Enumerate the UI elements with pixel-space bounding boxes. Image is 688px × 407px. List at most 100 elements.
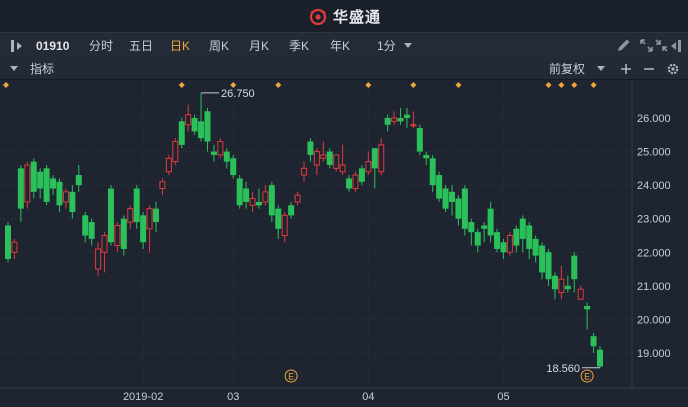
event-marker-icon[interactable] bbox=[590, 82, 597, 88]
candle[interactable] bbox=[474, 228, 481, 253]
price-adjust-select[interactable]: 前复权 bbox=[549, 59, 585, 79]
candle[interactable] bbox=[436, 171, 443, 202]
candle[interactable] bbox=[333, 154, 340, 172]
candle[interactable] bbox=[365, 151, 372, 176]
candle[interactable] bbox=[185, 104, 192, 132]
candle[interactable] bbox=[288, 201, 295, 219]
candle[interactable] bbox=[506, 232, 513, 256]
candle[interactable] bbox=[230, 154, 237, 179]
candle[interactable] bbox=[571, 252, 578, 293]
candle[interactable] bbox=[410, 111, 417, 129]
candle[interactable] bbox=[172, 138, 179, 165]
candle[interactable] bbox=[62, 188, 69, 209]
candle[interactable] bbox=[584, 302, 591, 330]
event-marker-icon[interactable] bbox=[410, 82, 417, 88]
candle[interactable] bbox=[159, 178, 166, 196]
chevron-down-icon[interactable] bbox=[10, 66, 18, 72]
tab-daily-k[interactable]: 日K bbox=[170, 33, 190, 59]
candle[interactable] bbox=[30, 158, 37, 199]
pencil-icon[interactable] bbox=[616, 38, 631, 53]
candle[interactable] bbox=[513, 225, 520, 253]
candle[interactable] bbox=[577, 285, 584, 300]
candle[interactable] bbox=[236, 175, 243, 209]
candle[interactable] bbox=[371, 148, 378, 189]
candle[interactable] bbox=[352, 171, 359, 192]
tab-five-day[interactable]: 五日 bbox=[129, 33, 153, 59]
candle[interactable] bbox=[88, 218, 95, 246]
tab-intraday[interactable]: 分时 bbox=[89, 33, 113, 59]
indicators-label[interactable]: 指标 bbox=[30, 59, 54, 79]
tab-yearly-k[interactable]: 年K bbox=[330, 33, 350, 59]
candle[interactable] bbox=[532, 235, 539, 263]
candle[interactable] bbox=[50, 175, 57, 196]
candle[interactable] bbox=[558, 265, 565, 300]
candle[interactable] bbox=[590, 332, 597, 353]
candle[interactable] bbox=[69, 185, 76, 219]
candle[interactable] bbox=[249, 191, 256, 212]
candle[interactable] bbox=[56, 178, 63, 212]
candle[interactable] bbox=[133, 185, 140, 229]
event-marker-icon[interactable] bbox=[545, 82, 552, 88]
candle[interactable] bbox=[101, 232, 108, 273]
shrink-icon[interactable] bbox=[655, 39, 668, 52]
tab-monthly-k[interactable]: 月K bbox=[249, 33, 269, 59]
candle[interactable] bbox=[255, 188, 262, 209]
minus-icon[interactable] bbox=[643, 63, 655, 75]
candle[interactable] bbox=[95, 242, 102, 276]
candle[interactable] bbox=[307, 138, 314, 162]
expand-icon[interactable] bbox=[640, 39, 653, 52]
candle[interactable] bbox=[275, 205, 282, 239]
candle[interactable] bbox=[217, 138, 224, 159]
candle[interactable] bbox=[43, 165, 50, 206]
candle[interactable] bbox=[281, 212, 288, 243]
candle[interactable] bbox=[500, 238, 507, 259]
event-marker-icon[interactable] bbox=[571, 82, 578, 88]
candle[interactable] bbox=[262, 185, 269, 206]
candle[interactable] bbox=[178, 118, 185, 149]
candle[interactable] bbox=[429, 154, 436, 192]
candle[interactable] bbox=[442, 185, 449, 212]
event-marker-icon[interactable] bbox=[178, 82, 185, 88]
minute-period-select[interactable]: 1分 bbox=[377, 33, 396, 59]
candle[interactable] bbox=[82, 212, 89, 243]
candle[interactable] bbox=[268, 181, 275, 223]
candle[interactable] bbox=[519, 215, 526, 253]
candle[interactable] bbox=[526, 222, 533, 259]
candle[interactable] bbox=[403, 107, 410, 129]
candle[interactable] bbox=[301, 161, 307, 182]
candle[interactable] bbox=[397, 107, 404, 125]
kline-chart[interactable]: E E 26.750 18.560 26.000 25.000 24.000 23.000… bbox=[0, 80, 688, 407]
candle[interactable] bbox=[358, 165, 365, 186]
candle[interactable] bbox=[384, 114, 391, 132]
candle[interactable] bbox=[313, 148, 320, 176]
event-marker-icon[interactable] bbox=[275, 82, 282, 88]
candle[interactable] bbox=[423, 151, 430, 165]
candle[interactable] bbox=[107, 185, 114, 246]
candle[interactable] bbox=[165, 154, 172, 176]
candle[interactable] bbox=[545, 248, 552, 286]
candle[interactable] bbox=[120, 215, 127, 256]
event-marker-icon[interactable] bbox=[365, 82, 372, 88]
candle[interactable] bbox=[551, 272, 558, 300]
event-marker-icon[interactable] bbox=[3, 82, 9, 88]
candle[interactable] bbox=[146, 205, 153, 253]
candle[interactable] bbox=[539, 242, 546, 280]
event-marker-icon[interactable] bbox=[558, 82, 565, 88]
candle[interactable] bbox=[17, 165, 24, 223]
candle[interactable] bbox=[114, 222, 121, 253]
event-marker-icon[interactable] bbox=[455, 82, 462, 88]
candle[interactable] bbox=[75, 165, 82, 192]
candle[interactable] bbox=[449, 185, 455, 216]
candle[interactable] bbox=[140, 212, 147, 249]
candle[interactable] bbox=[37, 168, 44, 199]
candle[interactable] bbox=[564, 275, 571, 293]
plus-icon[interactable] bbox=[620, 63, 632, 75]
candle[interactable] bbox=[210, 144, 217, 162]
candle[interactable] bbox=[391, 111, 398, 125]
candle[interactable] bbox=[243, 181, 250, 209]
candle[interactable] bbox=[204, 107, 211, 152]
candle[interactable] bbox=[461, 185, 468, 236]
candle[interactable] bbox=[481, 222, 488, 243]
candle[interactable] bbox=[416, 124, 423, 155]
candle[interactable] bbox=[11, 238, 18, 259]
